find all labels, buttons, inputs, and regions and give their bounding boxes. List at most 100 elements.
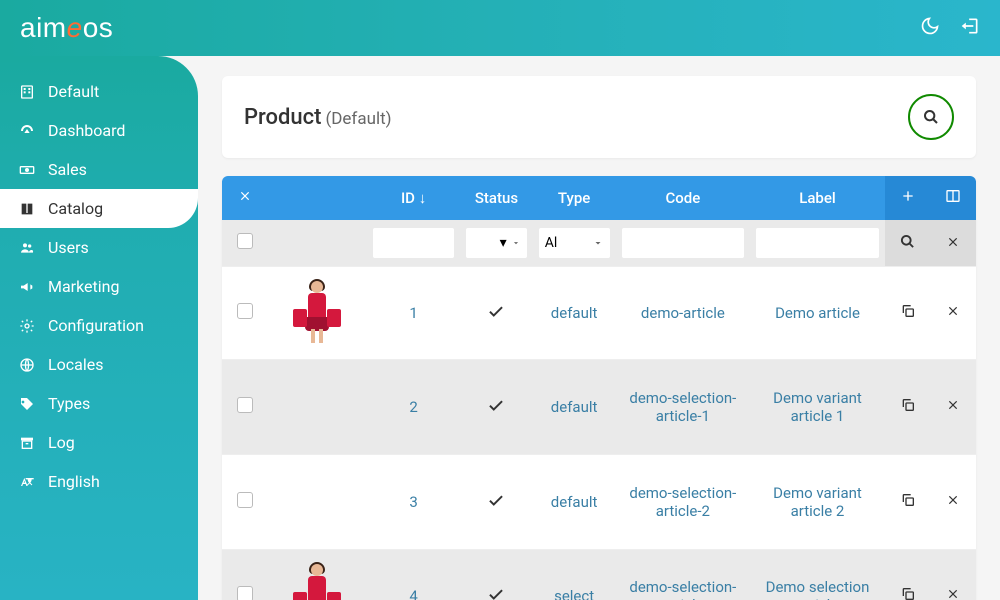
check-icon — [487, 306, 505, 324]
sidebar-item-types[interactable]: Types — [0, 384, 198, 423]
row-id: 4 — [367, 550, 460, 600]
table-row[interactable]: 3 defaultdemo-selection-article-2Demo var… — [222, 455, 976, 550]
row-type: select — [533, 550, 616, 600]
row-code: demo-article — [616, 267, 751, 360]
building-icon — [18, 84, 36, 100]
logout-icon[interactable] — [960, 16, 980, 40]
row-id: 2 — [367, 360, 460, 455]
code-header[interactable]: Code — [616, 176, 751, 220]
sidebar-item-label: Log — [48, 433, 75, 452]
copy-icon[interactable] — [900, 399, 916, 417]
row-type: default — [533, 360, 616, 455]
sidebar-item-label: Marketing — [48, 277, 119, 296]
product-thumbnail — [277, 277, 357, 347]
delete-icon[interactable] — [946, 587, 960, 600]
product-thumbnail — [277, 370, 357, 440]
id-header[interactable]: ID ↓ — [367, 176, 460, 220]
sidebar-item-marketing[interactable]: Marketing — [0, 267, 198, 306]
archive-icon — [18, 435, 36, 451]
row-status — [460, 267, 533, 360]
row-code: demo-selection-article-1 — [616, 360, 751, 455]
sidebar-item-dashboard[interactable]: Dashboard — [0, 111, 198, 150]
sidebar-item-locales[interactable]: Locales — [0, 345, 198, 384]
check-icon — [487, 589, 505, 600]
row-id: 3 — [367, 455, 460, 550]
add-header[interactable] — [885, 176, 931, 220]
sidebar-item-label: English — [48, 472, 100, 491]
filter-label-input[interactable] — [756, 228, 879, 258]
page-title: Product — [244, 105, 321, 130]
copy-icon[interactable] — [900, 588, 916, 600]
filter-id-input[interactable] — [373, 228, 454, 258]
row-label: Demo variant article 2 — [750, 455, 885, 550]
row-type: default — [533, 455, 616, 550]
check-icon — [487, 495, 505, 513]
sidebar-item-english[interactable]: English — [0, 462, 198, 501]
row-label: Demo variant article 1 — [750, 360, 885, 455]
sidebar-item-label: Sales — [48, 160, 87, 179]
row-code: demo-selection-article — [616, 550, 751, 600]
sidebar-item-label: Users — [48, 238, 89, 257]
table-row[interactable]: 1 defaultdemo-articleDemo article — [222, 267, 976, 360]
row-label: Demo article — [750, 267, 885, 360]
sidebar-item-default[interactable]: Default — [0, 72, 198, 111]
row-status — [460, 360, 533, 455]
product-thumbnail — [277, 560, 357, 600]
sidebar-item-configuration[interactable]: Configuration — [0, 306, 198, 345]
table-row[interactable]: 2 defaultdemo-selection-article-1Demo var… — [222, 360, 976, 455]
filter-clear-icon[interactable] — [946, 234, 960, 253]
top-header: aimeos — [0, 0, 1000, 56]
table-row[interactable]: 4 selectdemo-selection-articleDemo select… — [222, 550, 976, 600]
page-subtitle: (Default) — [325, 109, 391, 129]
delete-icon[interactable] — [946, 493, 960, 511]
row-code: demo-selection-article-2 — [616, 455, 751, 550]
delete-icon[interactable] — [946, 304, 960, 322]
sidebar: Default Dashboard Sales Catalog Users Marketi… — [0, 56, 198, 600]
bullhorn-icon — [18, 279, 36, 295]
sidebar-item-label: Locales — [48, 355, 103, 374]
logo: aimeos — [20, 12, 113, 44]
type-header[interactable]: Type — [533, 176, 616, 220]
row-label: Demo selection article — [750, 550, 885, 600]
row-checkbox[interactable] — [237, 492, 253, 508]
sidebar-item-users[interactable]: Users — [0, 228, 198, 267]
columns-header[interactable] — [930, 176, 976, 220]
select-all-checkbox[interactable] — [237, 233, 253, 249]
cogs-icon — [18, 318, 36, 334]
row-checkbox[interactable] — [237, 303, 253, 319]
bulk-delete-header[interactable] — [222, 176, 268, 220]
product-table: ID ↓ Status Type Code Label ▾ — [222, 176, 976, 600]
row-checkbox[interactable] — [237, 397, 253, 413]
delete-icon[interactable] — [946, 398, 960, 416]
theme-toggle-icon[interactable] — [920, 16, 940, 40]
page-header: Product (Default) — [222, 76, 976, 158]
copy-icon[interactable] — [900, 305, 916, 323]
money-icon — [18, 162, 36, 178]
copy-icon[interactable] — [900, 494, 916, 512]
row-type: default — [533, 267, 616, 360]
filter-status-select[interactable]: ▾ — [500, 235, 507, 251]
filter-search-icon[interactable] — [900, 234, 915, 253]
tags-icon — [18, 396, 36, 412]
sidebar-item-label: Types — [48, 394, 90, 413]
filter-code-input[interactable] — [622, 228, 745, 258]
label-header[interactable]: Label — [750, 176, 885, 220]
sidebar-item-sales[interactable]: Sales — [0, 150, 198, 189]
product-thumbnail — [277, 465, 357, 535]
check-icon — [487, 400, 505, 418]
sidebar-item-catalog[interactable]: Catalog — [0, 189, 198, 228]
search-button[interactable] — [908, 94, 954, 140]
row-id: 1 — [367, 267, 460, 360]
language-icon — [18, 474, 36, 490]
row-status — [460, 550, 533, 600]
globe-icon — [18, 357, 36, 373]
sidebar-item-log[interactable]: Log — [0, 423, 198, 462]
sidebar-item-label: Dashboard — [48, 121, 125, 140]
row-checkbox[interactable] — [237, 586, 253, 600]
product-table-panel: ID ↓ Status Type Code Label ▾ — [222, 176, 976, 600]
status-header[interactable]: Status — [460, 176, 533, 220]
image-header — [268, 176, 367, 220]
filter-type-select[interactable]: Al — [545, 235, 558, 251]
sidebar-item-label: Default — [48, 82, 99, 101]
sidebar-item-label: Configuration — [48, 316, 144, 335]
